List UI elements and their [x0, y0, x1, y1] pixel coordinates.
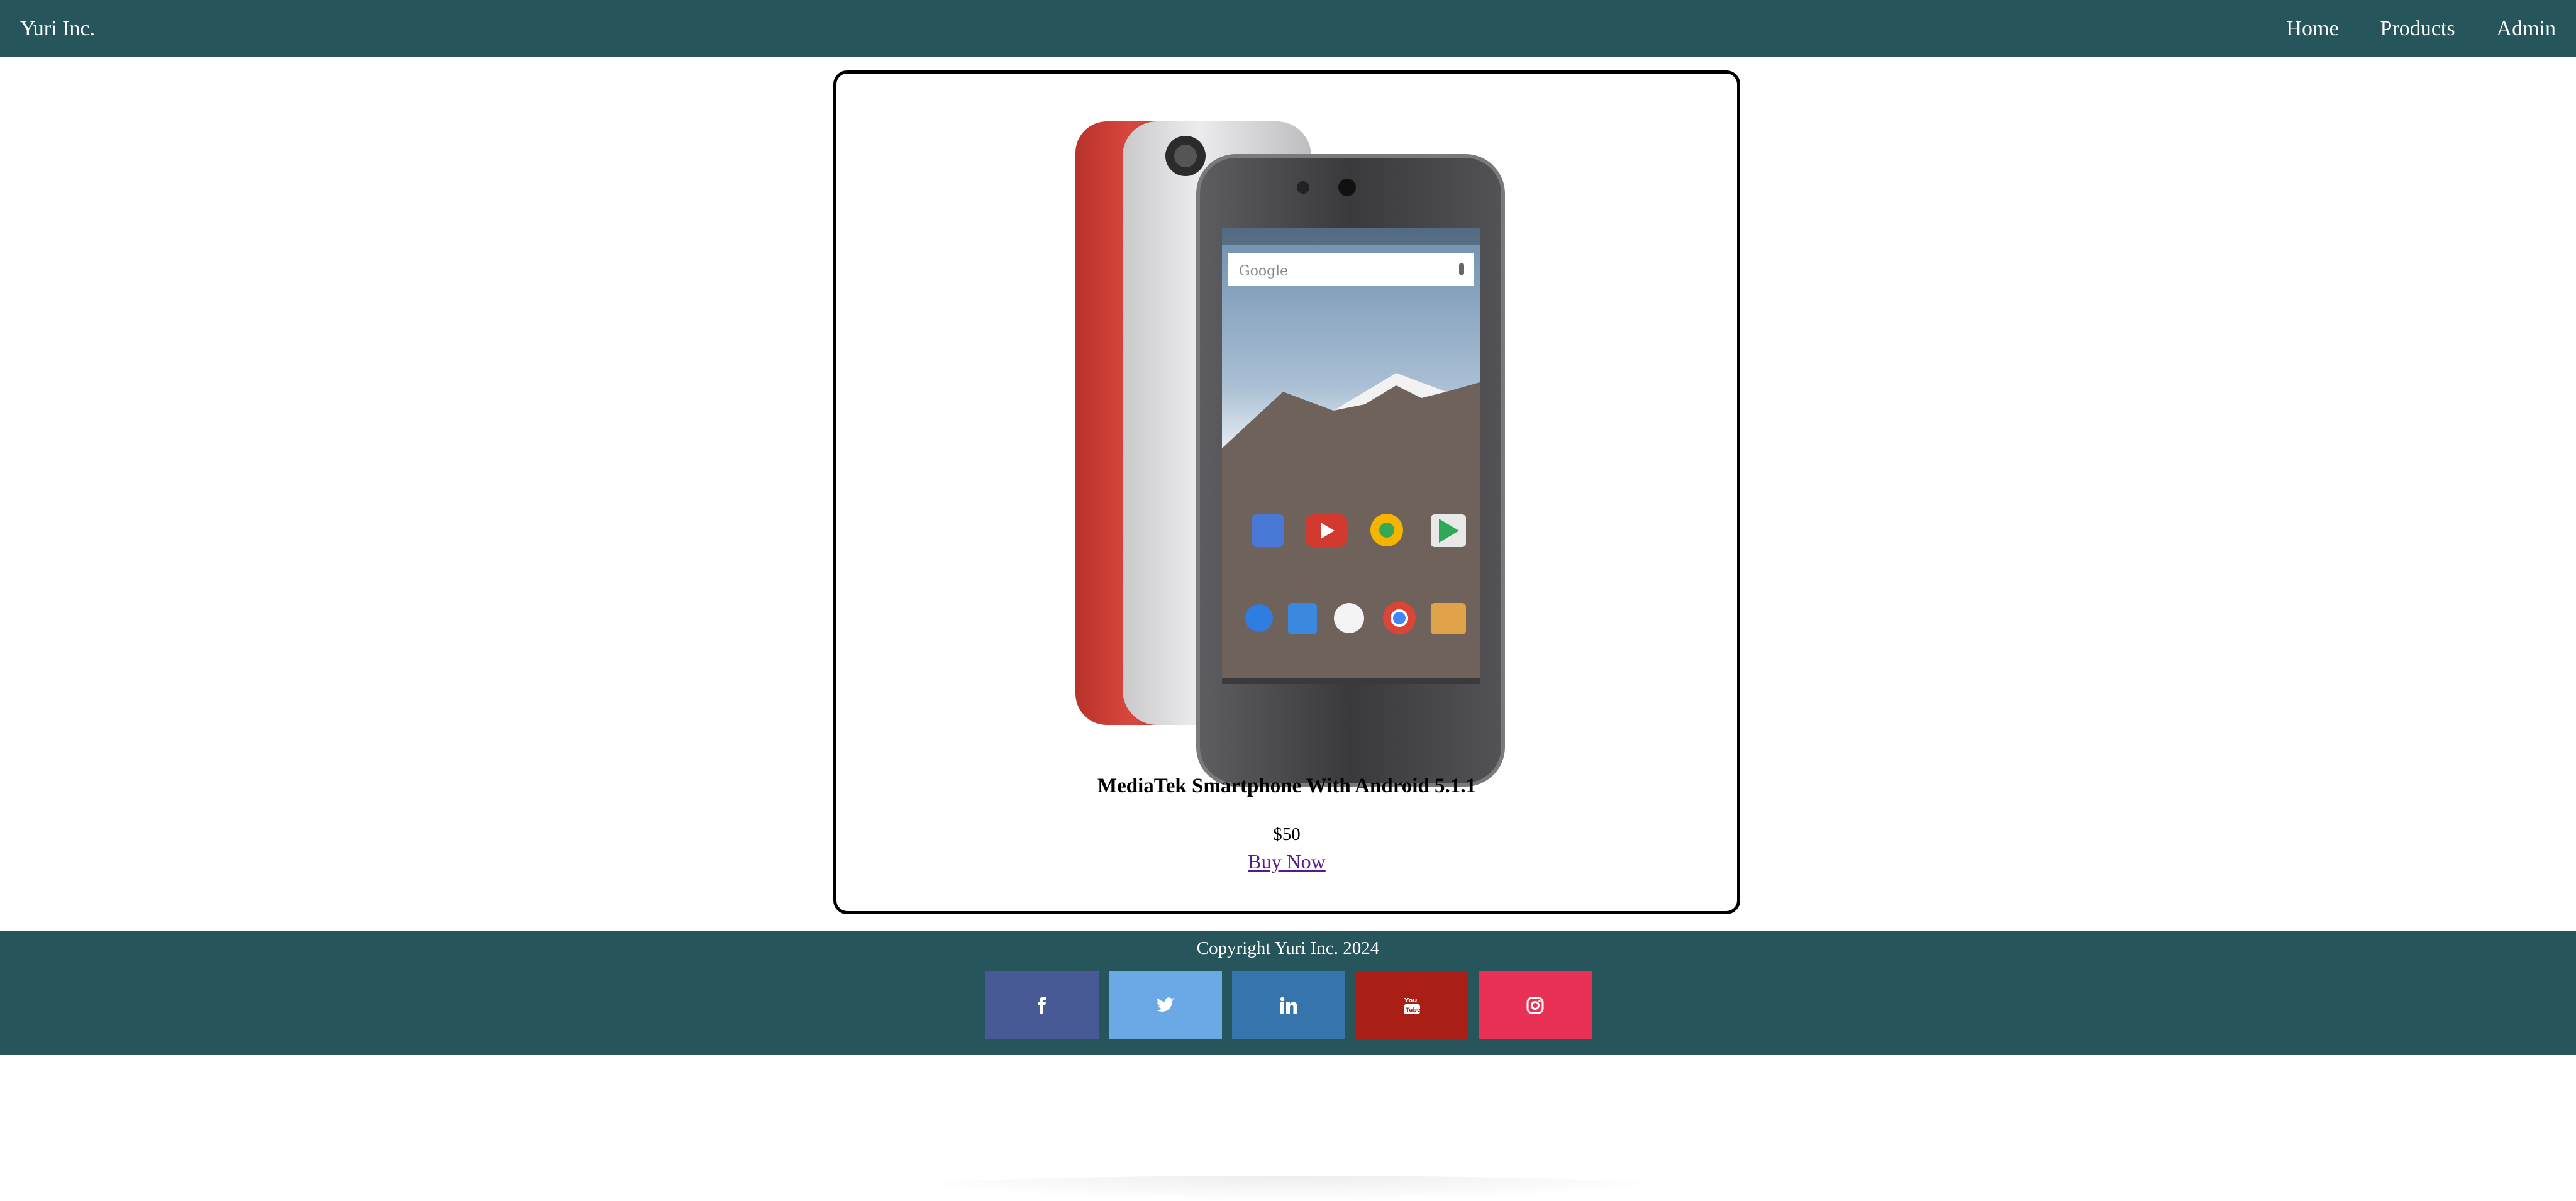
footer: Copyright Yuri Inc. 2024 You Tube	[0, 931, 2576, 1055]
product-image: Google	[1075, 121, 1505, 787]
nav-home-link[interactable]: Home	[2286, 16, 2338, 42]
nav-products-link[interactable]: Products	[2380, 16, 2455, 42]
buy-now-link[interactable]: Buy Now	[836, 849, 1737, 874]
svg-text:Tube: Tube	[1406, 1007, 1421, 1014]
product-price: $50	[1273, 824, 1301, 844]
product-title: MediaTek Smartphone With Android 5.1.1	[1097, 775, 1477, 797]
youtube-button[interactable]: You Tube	[1355, 971, 1468, 1039]
copyright-text: Copyright Yuri Inc. 2024	[1196, 938, 1380, 958]
facebook-icon	[1038, 997, 1046, 1014]
bottom-shadow	[880, 1176, 1698, 1201]
top-navbar: Yuri Inc. Home Products Admin	[0, 0, 2576, 57]
twitter-icon	[1157, 997, 1174, 1012]
youtube-icon: You Tube	[1404, 997, 1421, 1014]
instagram-button[interactable]	[1479, 971, 1592, 1039]
linkedin-icon	[1280, 997, 1297, 1014]
product-card: Google MediaTek Smartphone With Android …	[833, 70, 1740, 914]
facebook-button[interactable]	[985, 971, 1099, 1039]
linkedin-button[interactable]	[1232, 971, 1345, 1039]
social-links: You Tube	[985, 971, 1592, 1039]
nav-admin-link[interactable]: Admin	[2497, 16, 2556, 42]
main-nav: Home Products Admin	[2286, 16, 2556, 42]
instagram-icon	[1526, 997, 1544, 1014]
brand-logo-text[interactable]: Yuri Inc.	[20, 16, 95, 42]
svg-text:Google: Google	[1239, 263, 1288, 279]
svg-text:You: You	[1404, 997, 1417, 1004]
twitter-button[interactable]	[1109, 971, 1222, 1039]
